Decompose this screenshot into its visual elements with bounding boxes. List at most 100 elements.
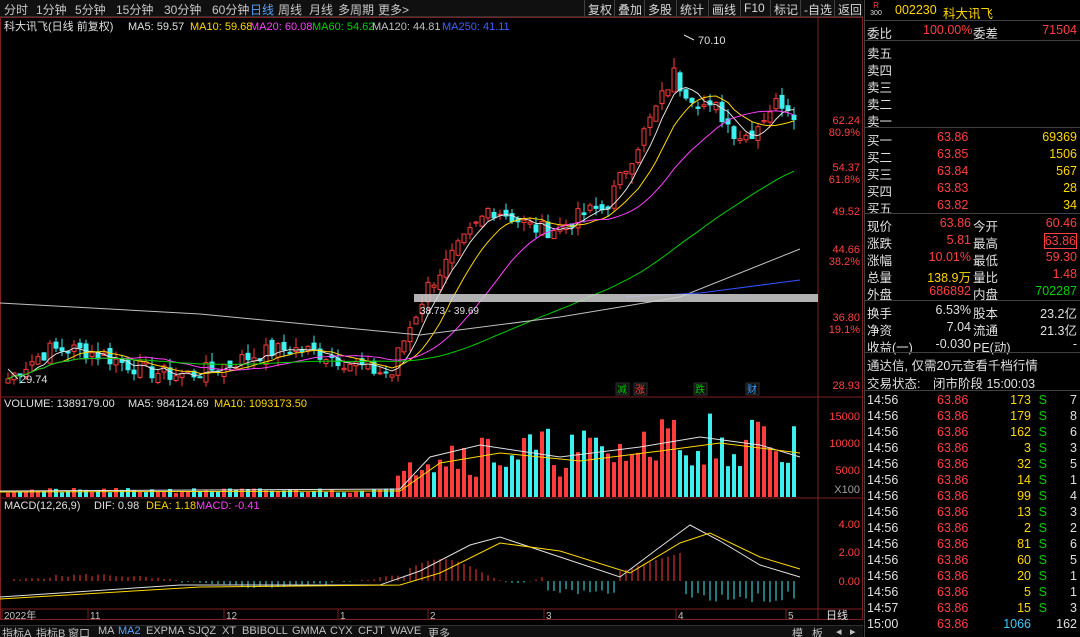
period-9[interactable]: 多周期 bbox=[338, 1, 374, 18]
macd-dea: DEA: 1.18 bbox=[146, 500, 196, 512]
toolbar-button-1[interactable]: 叠加 bbox=[614, 0, 645, 17]
candle-body bbox=[587, 204, 593, 211]
candle-body bbox=[629, 163, 635, 175]
period-1[interactable]: 1分钟 bbox=[36, 1, 67, 18]
indicator-tab-13[interactable]: 更多 bbox=[428, 625, 450, 637]
divider bbox=[865, 40, 1080, 41]
side-tab-0[interactable]: 模 bbox=[792, 625, 803, 637]
side-tab-1[interactable]: 板 bbox=[812, 625, 823, 637]
tick-row-2: 14:56 63.86 162 S 6 bbox=[865, 424, 1080, 441]
candle-body bbox=[137, 360, 143, 378]
toolbar-button-5[interactable]: F10 bbox=[740, 0, 768, 17]
tick-volume: 2 bbox=[1024, 521, 1031, 535]
toolbar-button-2[interactable]: 多股 bbox=[644, 0, 675, 17]
macd-label: MACD(12,26,9) bbox=[4, 500, 80, 512]
quote-value: 5.81 bbox=[946, 233, 971, 247]
toolbar-button-0[interactable]: 复权 bbox=[584, 0, 615, 17]
volume-bar bbox=[528, 434, 532, 497]
indicator-tab-9[interactable]: GMMA bbox=[292, 625, 326, 637]
buy-row-1: 买二 63.85 1506 bbox=[865, 146, 1080, 165]
indicator-tab-4[interactable]: MA2 bbox=[118, 625, 141, 637]
toolbar-button-3[interactable]: 统计 bbox=[676, 0, 707, 17]
indicator-tab-1[interactable]: 指标B bbox=[36, 625, 65, 637]
tick-count: 3 bbox=[1070, 601, 1077, 615]
tick-time: 15:00 bbox=[867, 617, 899, 631]
tick-time: 14:56 bbox=[867, 425, 899, 439]
candle-body bbox=[437, 274, 443, 290]
indicator-tab-12[interactable]: WAVE bbox=[390, 625, 421, 637]
tick-volume: 5 bbox=[1024, 585, 1031, 599]
period-7[interactable]: 周线 bbox=[278, 1, 302, 18]
candle-body bbox=[647, 116, 653, 128]
kline-chart[interactable]: 科大讯飞(日线 前复权) MA5: 59.57 MA10: 59.68MA20: 6… bbox=[0, 17, 863, 620]
tick-row-0: 14:56 63.86 173 S 7 bbox=[865, 392, 1080, 409]
indicator-tab-3[interactable]: MA bbox=[98, 625, 115, 637]
ma-line-120 bbox=[0, 248, 801, 336]
period-2[interactable]: 5分钟 bbox=[75, 1, 106, 18]
tick-row-4: 14:56 63.86 32 S 5 bbox=[865, 456, 1080, 473]
candle-body bbox=[677, 72, 683, 92]
date-axis-label: 4 bbox=[678, 611, 684, 620]
toolbar-button-4[interactable]: 画线 bbox=[708, 0, 739, 17]
toolbar-button-8[interactable]: 返回 bbox=[834, 0, 865, 17]
candle-body bbox=[527, 221, 533, 225]
candle-body bbox=[689, 97, 695, 103]
indicator-tab-10[interactable]: CYX bbox=[330, 625, 353, 637]
indicator-tab-5[interactable]: EXPMA bbox=[146, 625, 185, 637]
period-6[interactable]: 日线 bbox=[250, 1, 274, 18]
period-0[interactable]: 分时 bbox=[4, 1, 28, 18]
period-4[interactable]: 30分钟 bbox=[164, 1, 201, 18]
toolbar-button-6[interactable]: 标记 bbox=[770, 0, 801, 17]
date-axis-label: 11 bbox=[90, 611, 101, 620]
candle-body bbox=[581, 212, 587, 216]
volume-bar bbox=[768, 447, 772, 497]
ma-line-20 bbox=[7, 110, 795, 380]
ma-label-3: MA60: 54.62 bbox=[312, 21, 374, 33]
volume-bar bbox=[630, 454, 634, 497]
weibi-value: 100.00% bbox=[923, 23, 973, 37]
tick-side: S bbox=[1038, 457, 1047, 471]
indicator-tab-7[interactable]: XT bbox=[222, 625, 236, 637]
volume-ma10: MA10: 1093173.50 bbox=[214, 398, 307, 410]
tick-price: 63.86 bbox=[937, 553, 969, 567]
period-5[interactable]: 60分钟 bbox=[212, 1, 249, 18]
high-pointer bbox=[683, 34, 695, 41]
period-10[interactable]: 更多> bbox=[378, 1, 409, 18]
indicator-tab-11[interactable]: CFJT bbox=[358, 625, 385, 637]
volume-bar bbox=[444, 466, 448, 497]
volume-bar bbox=[186, 491, 190, 497]
volume-axis-label: X100 bbox=[834, 484, 860, 496]
date-axis-label: 2 bbox=[430, 611, 436, 620]
indicator-tab-8[interactable]: BBIBOLL bbox=[242, 625, 288, 637]
volume-bar bbox=[576, 452, 580, 497]
price-axis-label: 62.24 bbox=[832, 115, 860, 127]
candle-body bbox=[737, 138, 743, 142]
period-bar: 分时 1分钟 5分钟 15分钟 30分钟 60分钟 日线 周线 月线 多周期 更多> 复权 叠加 多股 统计… bbox=[0, 0, 863, 17]
scroll-left-icon[interactable]: ◂ bbox=[836, 625, 842, 637]
promo-row[interactable]: 通达信, 仅需20元查看千档行情 bbox=[865, 354, 1080, 373]
volume-bar bbox=[654, 460, 658, 497]
indicator-tab-6[interactable]: SJQZ bbox=[188, 625, 216, 637]
volume-bar bbox=[522, 437, 526, 497]
tick-price: 63.86 bbox=[937, 473, 969, 487]
tick-count: 6 bbox=[1070, 537, 1077, 551]
low-label: 29.74 bbox=[20, 374, 48, 386]
toolbar-button-7[interactable]: -自选 bbox=[800, 0, 835, 17]
volume-bar bbox=[288, 489, 292, 497]
indicator-tab-2[interactable]: 窗口 bbox=[68, 625, 90, 637]
volume-bar bbox=[18, 491, 22, 497]
period-3[interactable]: 15分钟 bbox=[116, 1, 153, 18]
scroll-right-icon[interactable]: ▸ bbox=[850, 625, 856, 637]
gap-label: 38.73 - 39.69 bbox=[420, 306, 479, 317]
buy-price: 63.86 bbox=[937, 130, 969, 144]
period-8[interactable]: 月线 bbox=[309, 1, 333, 18]
volume-bar bbox=[696, 451, 700, 497]
indicator-tab-0[interactable]: 指标A bbox=[2, 625, 31, 637]
badge-300: 300 bbox=[870, 10, 882, 17]
candle-body bbox=[719, 101, 725, 123]
candle-body bbox=[89, 352, 95, 358]
sell-row-3: 卖二 bbox=[865, 93, 1080, 112]
tick-row-6: 14:56 63.86 99 S 4 bbox=[865, 488, 1080, 505]
volume-bar bbox=[486, 438, 490, 497]
tick-price: 63.86 bbox=[937, 521, 969, 535]
